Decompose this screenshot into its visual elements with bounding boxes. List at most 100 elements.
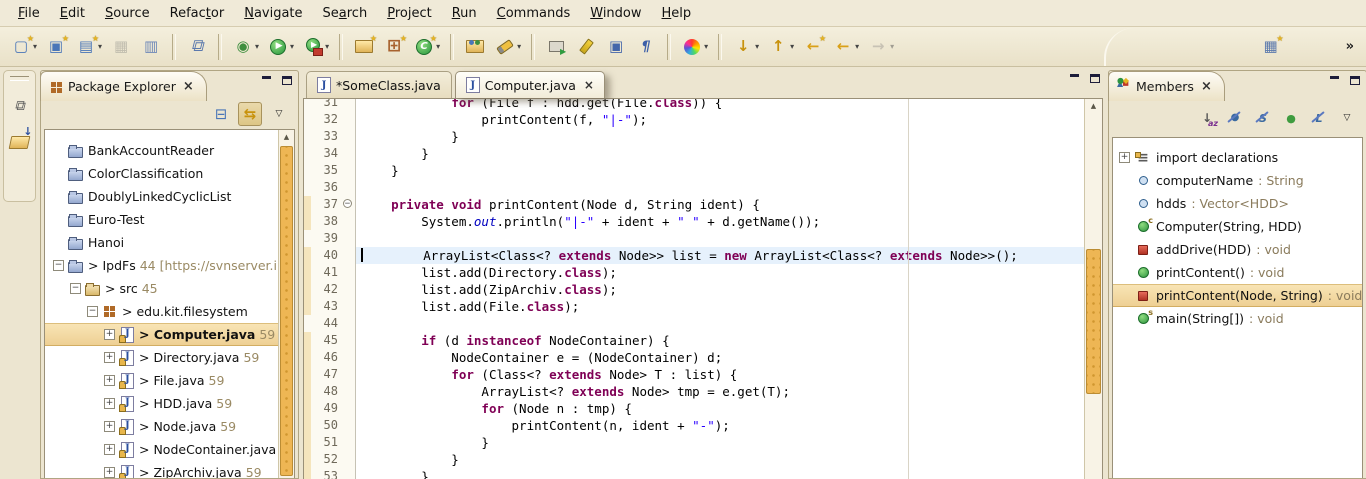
member-item[interactable]: cComputer(String, HDD)	[1113, 215, 1362, 238]
tree-item[interactable]: −> IpdFs44 [https://svnserver.i	[45, 254, 279, 277]
restore-view-icon[interactable]	[9, 95, 31, 117]
view-menu-button[interactable]	[1336, 107, 1358, 129]
editor-scrollbar[interactable]: ▲	[1084, 99, 1102, 479]
hide-non-public-members-button[interactable]	[1280, 107, 1302, 129]
tree-item[interactable]: −> src45	[45, 277, 279, 300]
expand-toggle-icon[interactable]: +	[104, 421, 115, 432]
menu-source[interactable]: Source	[95, 3, 160, 24]
next-annotation-button[interactable]: ▾	[730, 34, 761, 60]
expand-toggle-icon[interactable]: +	[104, 444, 115, 455]
highlight-button[interactable]	[573, 34, 599, 60]
code-line[interactable]: 37− private void printContent(Node d, St…	[304, 196, 1085, 213]
member-item[interactable]: smain(String[]) : void	[1113, 307, 1362, 330]
dropdown-arrow-icon[interactable]: ▾	[325, 42, 329, 51]
package-explorer-scrollbar[interactable]: ▲	[278, 130, 294, 478]
member-item[interactable]: printContent() : void	[1113, 261, 1362, 284]
package-explorer-tab[interactable]: Package Explorer ×	[40, 71, 207, 101]
menu-navigate[interactable]: Navigate	[234, 3, 312, 24]
close-icon[interactable]: ×	[1201, 79, 1212, 94]
scrollbar-thumb[interactable]	[1086, 249, 1101, 394]
tree-item[interactable]: DoublyLinkedCyclicList	[45, 185, 279, 208]
tree-item[interactable]: Euro-Test	[45, 208, 279, 231]
minimize-button[interactable]	[262, 76, 272, 85]
scrollbar-thumb[interactable]	[280, 146, 293, 476]
members-tab[interactable]: ▲ ■ ● ◆ Members ×	[1108, 71, 1225, 101]
sort-button[interactable]	[1196, 107, 1218, 129]
editor-tab[interactable]: JComputer.java×	[455, 71, 605, 98]
code-line[interactable]: 50 printContent(n, ident + "-");	[304, 417, 1085, 434]
tray-drag-handle[interactable]	[10, 76, 29, 81]
tree-item[interactable]: +> Computer.java59	[45, 323, 279, 346]
member-item[interactable]: addDrive(HDD) : void	[1113, 238, 1362, 261]
open-type-button[interactable]	[462, 34, 488, 60]
menu-window[interactable]: Window	[580, 3, 651, 24]
menu-help[interactable]: Help	[652, 3, 702, 24]
dropdown-arrow-icon[interactable]: ▾	[855, 42, 859, 51]
expand-toggle-icon[interactable]: +	[104, 375, 115, 386]
code-line[interactable]: 39	[304, 230, 1085, 247]
open-view-icon[interactable]	[9, 131, 31, 153]
code-line[interactable]: 36	[304, 179, 1085, 196]
hide-static-members-button[interactable]	[1252, 107, 1274, 129]
tree-item[interactable]: BankAccountReader	[45, 139, 279, 162]
code-line[interactable]: 34 }	[304, 145, 1085, 162]
editor-tab[interactable]: J*SomeClass.java	[306, 71, 452, 98]
run-tool-button[interactable]	[543, 34, 569, 60]
open-element-button[interactable]	[184, 34, 210, 60]
code-line[interactable]: 41 list.add(Directory.class);	[304, 264, 1085, 281]
dropdown-arrow-icon[interactable]: ▾	[790, 42, 794, 51]
code-line[interactable]: 32 printContent(f, "|-");	[304, 111, 1085, 128]
color-palette-button[interactable]: ▾	[679, 34, 710, 60]
toolbar-overflow-chevron[interactable]: »	[1286, 39, 1366, 54]
code-line[interactable]: 31 for (File f : hdd.get(File.class)) {	[304, 98, 1085, 111]
dropdown-arrow-icon[interactable]: ▾	[755, 42, 759, 51]
expand-toggle-icon[interactable]: −	[70, 283, 81, 294]
tree-item[interactable]: +> Node.java59	[45, 415, 279, 438]
expand-toggle-icon[interactable]: +	[1119, 152, 1130, 163]
open-perspective-button[interactable]	[1258, 34, 1284, 60]
close-icon[interactable]: ×	[183, 79, 194, 94]
code-line[interactable]: 53 }	[304, 468, 1085, 479]
member-item[interactable]: hdds : Vector<HDD>	[1113, 192, 1362, 215]
tree-item[interactable]: −> edu.kit.filesystem	[45, 300, 279, 323]
run-button[interactable]: ▾	[265, 34, 296, 60]
code-line[interactable]: 43 list.add(File.class);	[304, 298, 1085, 315]
code-editor[interactable]: 31 for (File f : hdd.get(File.class)) {3…	[303, 98, 1103, 479]
dropdown-arrow-icon[interactable]: ▾	[255, 42, 259, 51]
dropdown-arrow-icon[interactable]: ▾	[290, 42, 294, 51]
scroll-up-icon[interactable]: ▲	[1085, 99, 1102, 113]
search-button[interactable]: ▾	[492, 34, 523, 60]
expand-toggle-icon[interactable]: +	[104, 398, 115, 409]
new-java-class-button[interactable]: ▾	[411, 34, 442, 60]
maximize-button[interactable]	[1090, 74, 1100, 83]
back-button[interactable]: ▾	[830, 34, 861, 60]
code-line[interactable]: 42 list.add(ZipArchiv.class);	[304, 281, 1085, 298]
maximize-button[interactable]	[1350, 76, 1360, 85]
code-line[interactable]: 33 }	[304, 128, 1085, 145]
minimize-button[interactable]	[1070, 74, 1080, 83]
new-java-package-button[interactable]	[381, 34, 407, 60]
scroll-up-icon[interactable]: ▲	[279, 130, 294, 144]
menu-run[interactable]: Run	[442, 3, 487, 24]
code-line[interactable]: 52 }	[304, 451, 1085, 468]
new-java-project-button[interactable]	[351, 34, 377, 60]
tree-item[interactable]: +> ZipArchiv.java59	[45, 461, 279, 478]
link-with-editor-button[interactable]	[238, 102, 262, 126]
previous-annotation-button[interactable]: ▾	[765, 34, 796, 60]
member-item[interactable]: +import declarations	[1113, 146, 1362, 169]
expand-toggle-icon[interactable]: −	[53, 260, 64, 271]
show-whitespace-button[interactable]	[633, 34, 659, 60]
dropdown-arrow-icon[interactable]: ▾	[436, 42, 440, 51]
code-line[interactable]: 51 }	[304, 434, 1085, 451]
member-item[interactable]: computerName : String	[1113, 169, 1362, 192]
new-window-button[interactable]	[43, 34, 69, 60]
code-line[interactable]: 48 ArrayList<? extends Node> tmp = e.get…	[304, 383, 1085, 400]
code-line[interactable]: 44	[304, 315, 1085, 332]
tree-item[interactable]: ColorClassification	[45, 162, 279, 185]
last-edit-location-button[interactable]	[800, 34, 826, 60]
expand-toggle-icon[interactable]: +	[104, 329, 115, 340]
menu-commands[interactable]: Commands	[487, 3, 581, 24]
view-menu-button[interactable]	[268, 103, 290, 125]
dropdown-arrow-icon[interactable]: ▾	[98, 42, 102, 51]
menu-project[interactable]: Project	[377, 3, 442, 24]
